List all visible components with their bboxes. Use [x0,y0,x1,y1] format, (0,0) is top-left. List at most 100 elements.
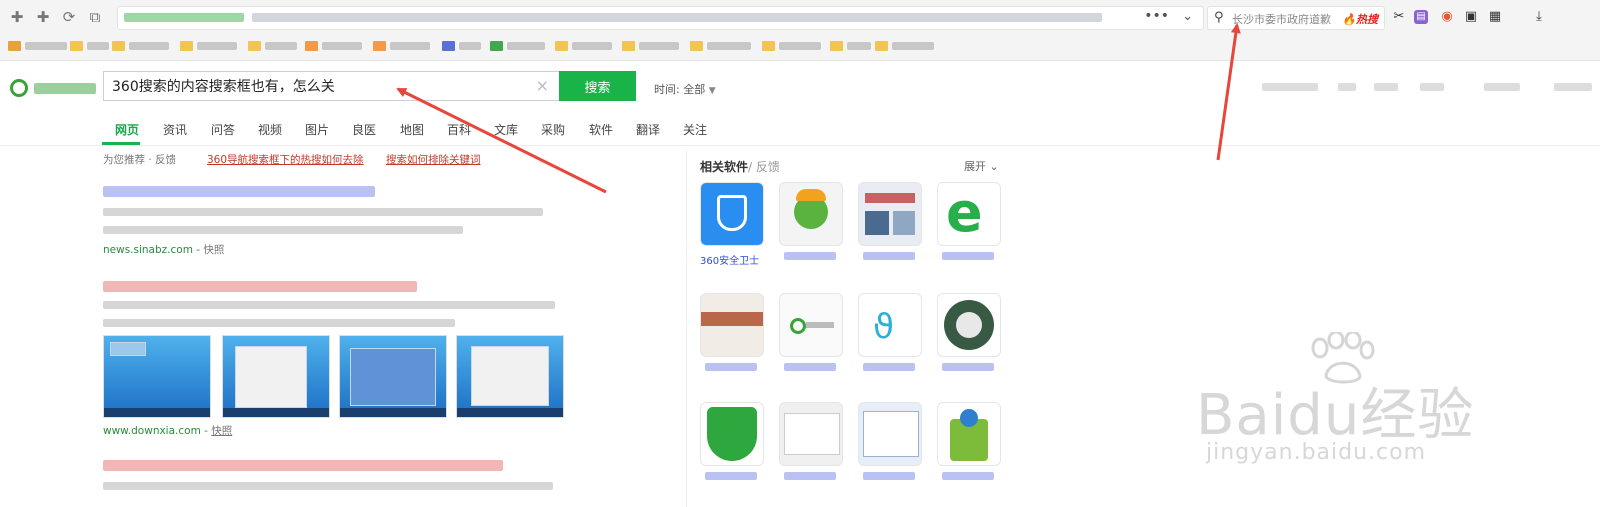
recommend-link[interactable]: 搜索如何排除关键词 [386,152,481,167]
tab-software[interactable]: 软件 [589,121,613,138]
tab-translate[interactable]: 翻译 [636,121,660,138]
snapshot-link[interactable]: 快照 [203,244,224,256]
recommend-link[interactable]: 360导航搜索框下的热搜如何去除 [207,152,364,167]
tab-web[interactable]: 网页 [115,121,139,138]
active-tab-indicator [102,142,140,145]
bookmark-item[interactable] [555,41,612,53]
hot-search-badge[interactable]: 🔥热搜 [1342,11,1378,27]
software-icon [779,182,843,246]
screen-icon[interactable]: ▣ [1462,8,1480,26]
bookmark-item[interactable] [305,41,362,53]
header-link[interactable] [1338,83,1356,91]
clear-icon[interactable]: × [536,76,549,95]
vertical-tabs: 网页 资讯 问答 视频 图片 良医 地图 百科 文库 采购 软件 翻译 关注 [0,113,1600,146]
more-icon[interactable]: ••• [1144,8,1169,24]
software-item[interactable] [779,402,845,480]
bookmark-item[interactable] [8,41,67,53]
result-source[interactable]: www.downxia.com - 快照 [103,423,232,438]
tab-follow[interactable]: 关注 [683,121,707,138]
search-input[interactable] [112,77,522,95]
download-icon[interactable]: ⤓ [1530,8,1548,26]
result-thumbnail[interactable] [456,335,564,418]
search-button[interactable]: 搜索 [559,71,636,101]
result-thumbnail[interactable] [222,335,330,418]
back-icon[interactable]: ✚ [8,8,26,26]
bookmark-item[interactable] [180,41,237,53]
snapshot-link[interactable]: 快照 [211,425,232,437]
tab-wenku[interactable]: 文库 [494,121,518,138]
tab-map[interactable]: 地图 [400,121,424,138]
header-link[interactable] [1554,83,1592,91]
software-icon [937,402,1001,466]
gamepad-icon[interactable]: ◉ [1438,8,1456,26]
browser-toolbar: ✚ ✚ ⟳ ⧉ ••• ⌄ ⚲ 长沙市委市政府道歉 🔥热搜 ✂ ▤ ◉ ▣ ▦ … [0,0,1600,35]
expand-button[interactable]: 展开 ⌄ [964,158,999,174]
software-item[interactable] [700,293,766,371]
watermark: Baidu经验 jingyan.baidu.com [1196,332,1576,482]
bookmark-item[interactable] [690,41,751,53]
site-logo[interactable] [10,77,98,101]
software-icon [779,293,843,357]
tab-video[interactable]: 视频 [258,121,282,138]
tab-health[interactable]: 良医 [352,121,376,138]
bookmark-item[interactable] [70,41,109,53]
time-filter[interactable]: 时间: 全部 ▼ [654,81,716,97]
bookmark-item[interactable] [248,41,297,53]
software-item[interactable]: 360安全卫士 [700,182,766,267]
bookmark-item[interactable] [622,41,679,53]
bookmark-item[interactable] [875,41,934,53]
chevron-down-icon[interactable]: ⌄ [1182,9,1193,24]
tab-qa[interactable]: 问答 [211,121,235,138]
bookmarks-bar [0,34,1600,61]
browser-search-box[interactable]: ⚲ 长沙市委市政府道歉 🔥热搜 [1207,6,1385,30]
software-item[interactable] [937,293,1003,371]
software-item[interactable] [700,402,766,480]
result-source[interactable]: news.sinabz.com - 快照 [103,242,224,257]
header-link[interactable] [1420,83,1444,91]
bookmark-item[interactable] [112,41,169,53]
bookmark-item[interactable] [490,41,545,53]
header-link[interactable] [1374,83,1398,91]
bookmark-item[interactable] [442,41,481,53]
software-item[interactable] [937,402,1003,480]
result-title[interactable] [103,460,503,471]
software-item[interactable] [858,402,924,480]
software-item[interactable]: ϑ [858,293,924,371]
software-label: 360安全卫士 [700,256,760,267]
software-item[interactable] [858,182,924,260]
software-icon [700,402,764,466]
software-item[interactable]: e [937,182,1003,260]
grid-icon[interactable]: ▦ [1486,8,1504,26]
result-snippet [103,482,553,490]
tab-baike[interactable]: 百科 [447,121,471,138]
result-snippet [103,301,555,309]
related-software-feedback[interactable]: / 反馈 [748,160,780,174]
result-thumbnail[interactable] [103,335,211,418]
search-box: × [103,71,559,101]
address-bar[interactable]: ••• ⌄ [117,6,1204,30]
software-icon [779,402,843,466]
forward-icon[interactable]: ✚ [34,8,52,26]
header-link[interactable] [1262,83,1318,91]
bookmark-item[interactable] [373,41,430,53]
result-thumbnail[interactable] [339,335,447,418]
software-icon: ϑ [858,293,922,357]
bookmark-item[interactable] [830,41,871,53]
result-title[interactable] [103,186,375,197]
software-item[interactable] [779,182,845,260]
tab-news[interactable]: 资讯 [163,121,187,138]
result-snippet [103,226,463,234]
bookmark-item[interactable] [762,41,821,53]
software-item[interactable] [779,293,845,371]
scissors-icon[interactable]: ✂ [1390,8,1408,26]
search-icon: ⚲ [1214,10,1224,25]
tab-purchase[interactable]: 采购 [541,121,565,138]
extension-icon[interactable]: ▤ [1414,10,1428,24]
result-snippet [103,319,455,327]
result-title[interactable] [103,281,417,292]
header-link[interactable] [1484,83,1520,91]
search-header: × 搜索 时间: 全部 ▼ [0,61,1600,113]
tab-images[interactable]: 图片 [305,121,329,138]
refresh-icon[interactable]: ⟳ [60,8,78,26]
restore-icon[interactable]: ⧉ [86,8,104,26]
